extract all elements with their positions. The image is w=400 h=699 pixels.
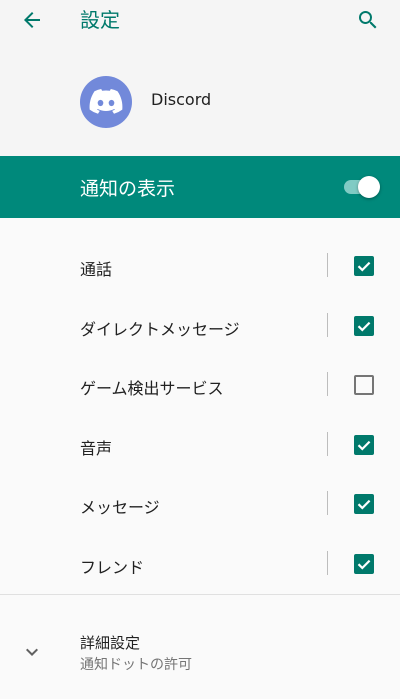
advanced-settings-row[interactable]: 詳細設定 通知ドットの許可 bbox=[0, 614, 400, 684]
checkmark-icon bbox=[357, 321, 371, 332]
app-name: Discord bbox=[151, 90, 212, 109]
row-divider bbox=[327, 491, 328, 515]
arrow-left-icon bbox=[24, 12, 40, 28]
switch-thumb bbox=[358, 176, 380, 198]
row-divider bbox=[327, 312, 328, 337]
row-divider bbox=[327, 550, 328, 575]
notification-category-list: 通話 ダイレクトメッセージ ゲーム検出サービス 音声 メッセージ フレンド bbox=[0, 236, 400, 593]
category-label: 通話 bbox=[80, 260, 113, 279]
chevron-down-icon bbox=[26, 648, 38, 656]
category-row-direct-messages[interactable]: ダイレクトメッセージ bbox=[0, 296, 400, 356]
category-row-game-detection[interactable]: ゲーム検出サービス bbox=[0, 355, 400, 415]
category-label: ゲーム検出サービス bbox=[80, 379, 224, 398]
checkmark-icon bbox=[357, 440, 371, 451]
row-divider bbox=[327, 253, 328, 277]
app-bar: 設定 bbox=[0, 0, 400, 56]
category-row-messages[interactable]: メッセージ bbox=[0, 474, 400, 534]
row-divider bbox=[327, 372, 328, 396]
category-row-calls[interactable]: 通話 bbox=[0, 236, 400, 296]
back-button[interactable] bbox=[12, 6, 52, 34]
show-notifications-toggle-row[interactable]: 通知の表示 bbox=[0, 156, 400, 218]
checkmark-icon bbox=[357, 559, 371, 570]
category-checkbox[interactable] bbox=[354, 553, 374, 574]
checkmark-icon bbox=[357, 499, 371, 510]
category-label: ダイレクトメッセージ bbox=[80, 319, 240, 339]
show-notifications-switch[interactable] bbox=[342, 176, 380, 198]
app-header: Discord bbox=[0, 56, 400, 156]
category-label: フレンド bbox=[80, 557, 145, 577]
category-checkbox[interactable] bbox=[354, 494, 374, 514]
checkmark-icon bbox=[357, 261, 371, 272]
category-checkbox[interactable] bbox=[354, 315, 374, 336]
section-divider bbox=[0, 594, 400, 595]
search-button[interactable] bbox=[348, 4, 388, 36]
show-notifications-label: 通知の表示 bbox=[80, 178, 176, 200]
category-label: 音声 bbox=[80, 438, 113, 458]
row-divider bbox=[327, 431, 328, 456]
category-row-friends[interactable]: フレンド bbox=[0, 534, 400, 594]
category-checkbox[interactable] bbox=[354, 375, 374, 395]
category-checkbox[interactable] bbox=[354, 434, 374, 455]
search-icon bbox=[359, 11, 377, 29]
category-row-voice[interactable]: 音声 bbox=[0, 415, 400, 475]
advanced-settings-title: 詳細設定 bbox=[80, 634, 141, 652]
page-title: 設定 bbox=[80, 8, 120, 32]
discord-logo-icon bbox=[80, 76, 132, 128]
category-label: メッセージ bbox=[80, 498, 160, 517]
advanced-settings-subtitle: 通知ドットの許可 bbox=[80, 657, 192, 673]
category-checkbox[interactable] bbox=[354, 256, 374, 276]
